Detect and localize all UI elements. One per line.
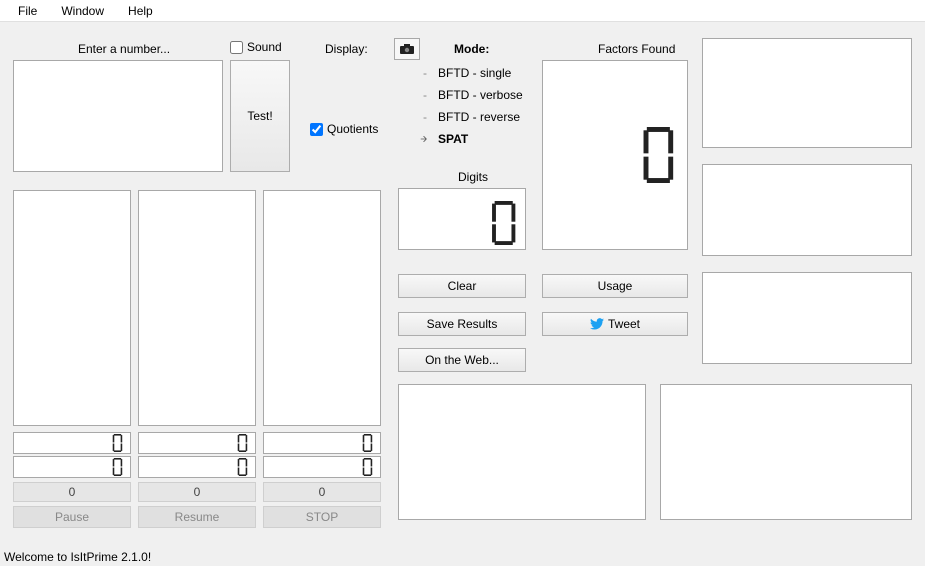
status-bar: Welcome to IsItPrime 2.1.0! (4, 550, 151, 564)
mode-label-2: BFTD - verbose (438, 88, 523, 102)
col3-count: 0 (263, 482, 381, 502)
display-label: Display: (325, 42, 368, 56)
menu-window[interactable]: Window (49, 2, 116, 20)
mode-label: Mode: (454, 42, 489, 56)
factors-found-display (542, 60, 688, 250)
seven-segment-icon (643, 127, 677, 183)
panel-right-1 (702, 38, 912, 148)
col1-count: 0 (13, 482, 131, 502)
seven-segment-icon (362, 434, 374, 452)
seven-segment-icon (112, 434, 124, 452)
quotients-label: Quotients (327, 122, 378, 136)
mode-label-3: BFTD - reverse (438, 110, 520, 124)
digits-display (398, 188, 526, 250)
col1-display-b (13, 456, 131, 478)
col3-display-b (263, 456, 381, 478)
quotients-checkbox-box[interactable] (310, 123, 323, 136)
tick-icon: - (420, 68, 430, 78)
pause-button[interactable]: Pause (13, 506, 131, 528)
content-area: Enter a number... Test! Sound Display: Q… (0, 22, 925, 542)
seven-segment-icon (237, 434, 249, 452)
quotients-checkbox[interactable]: Quotients (310, 122, 378, 136)
digits-label: Digits (458, 170, 488, 184)
seven-segment-icon (112, 458, 124, 476)
clear-button[interactable]: Clear (398, 274, 526, 298)
on-the-web-button[interactable]: On the Web... (398, 348, 526, 372)
usage-button[interactable]: Usage (542, 274, 688, 298)
stop-button[interactable]: STOP (263, 506, 381, 528)
camera-icon (399, 43, 415, 55)
column-2-list (138, 190, 256, 426)
panel-right-3 (702, 272, 912, 364)
col3-display-a (263, 432, 381, 454)
menu-help[interactable]: Help (116, 2, 165, 20)
column-1-list (13, 190, 131, 426)
col2-count: 0 (138, 482, 256, 502)
screenshot-button[interactable] (394, 38, 420, 60)
menu-file[interactable]: File (6, 2, 49, 20)
menu-bar: File Window Help (0, 0, 925, 22)
sound-label: Sound (247, 40, 282, 54)
pointer-icon (420, 134, 430, 144)
panel-bottom-right (660, 384, 912, 520)
seven-segment-icon (362, 458, 374, 476)
resume-button[interactable]: Resume (138, 506, 256, 528)
tick-icon: - (420, 90, 430, 100)
tick-icon: - (420, 112, 430, 122)
col1-display-a (13, 432, 131, 454)
sound-checkbox-box[interactable] (230, 41, 243, 54)
twitter-icon (590, 318, 604, 330)
test-button[interactable]: Test! (230, 60, 290, 172)
tweet-button[interactable]: Tweet (542, 312, 688, 336)
sound-checkbox[interactable]: Sound (230, 40, 282, 54)
column-3-list (263, 190, 381, 426)
panel-right-2 (702, 164, 912, 256)
save-results-button[interactable]: Save Results (398, 312, 526, 336)
enter-number-label: Enter a number... (78, 42, 170, 56)
mode-label-1: BFTD - single (438, 66, 511, 80)
col2-display-b (138, 456, 256, 478)
panel-bottom-middle (398, 384, 646, 520)
number-input[interactable] (13, 60, 223, 172)
factors-found-label: Factors Found (598, 42, 675, 56)
seven-segment-icon (491, 201, 519, 245)
col2-display-a (138, 432, 256, 454)
tweet-label: Tweet (608, 317, 640, 331)
mode-label-4: SPAT (438, 132, 468, 146)
seven-segment-icon (237, 458, 249, 476)
